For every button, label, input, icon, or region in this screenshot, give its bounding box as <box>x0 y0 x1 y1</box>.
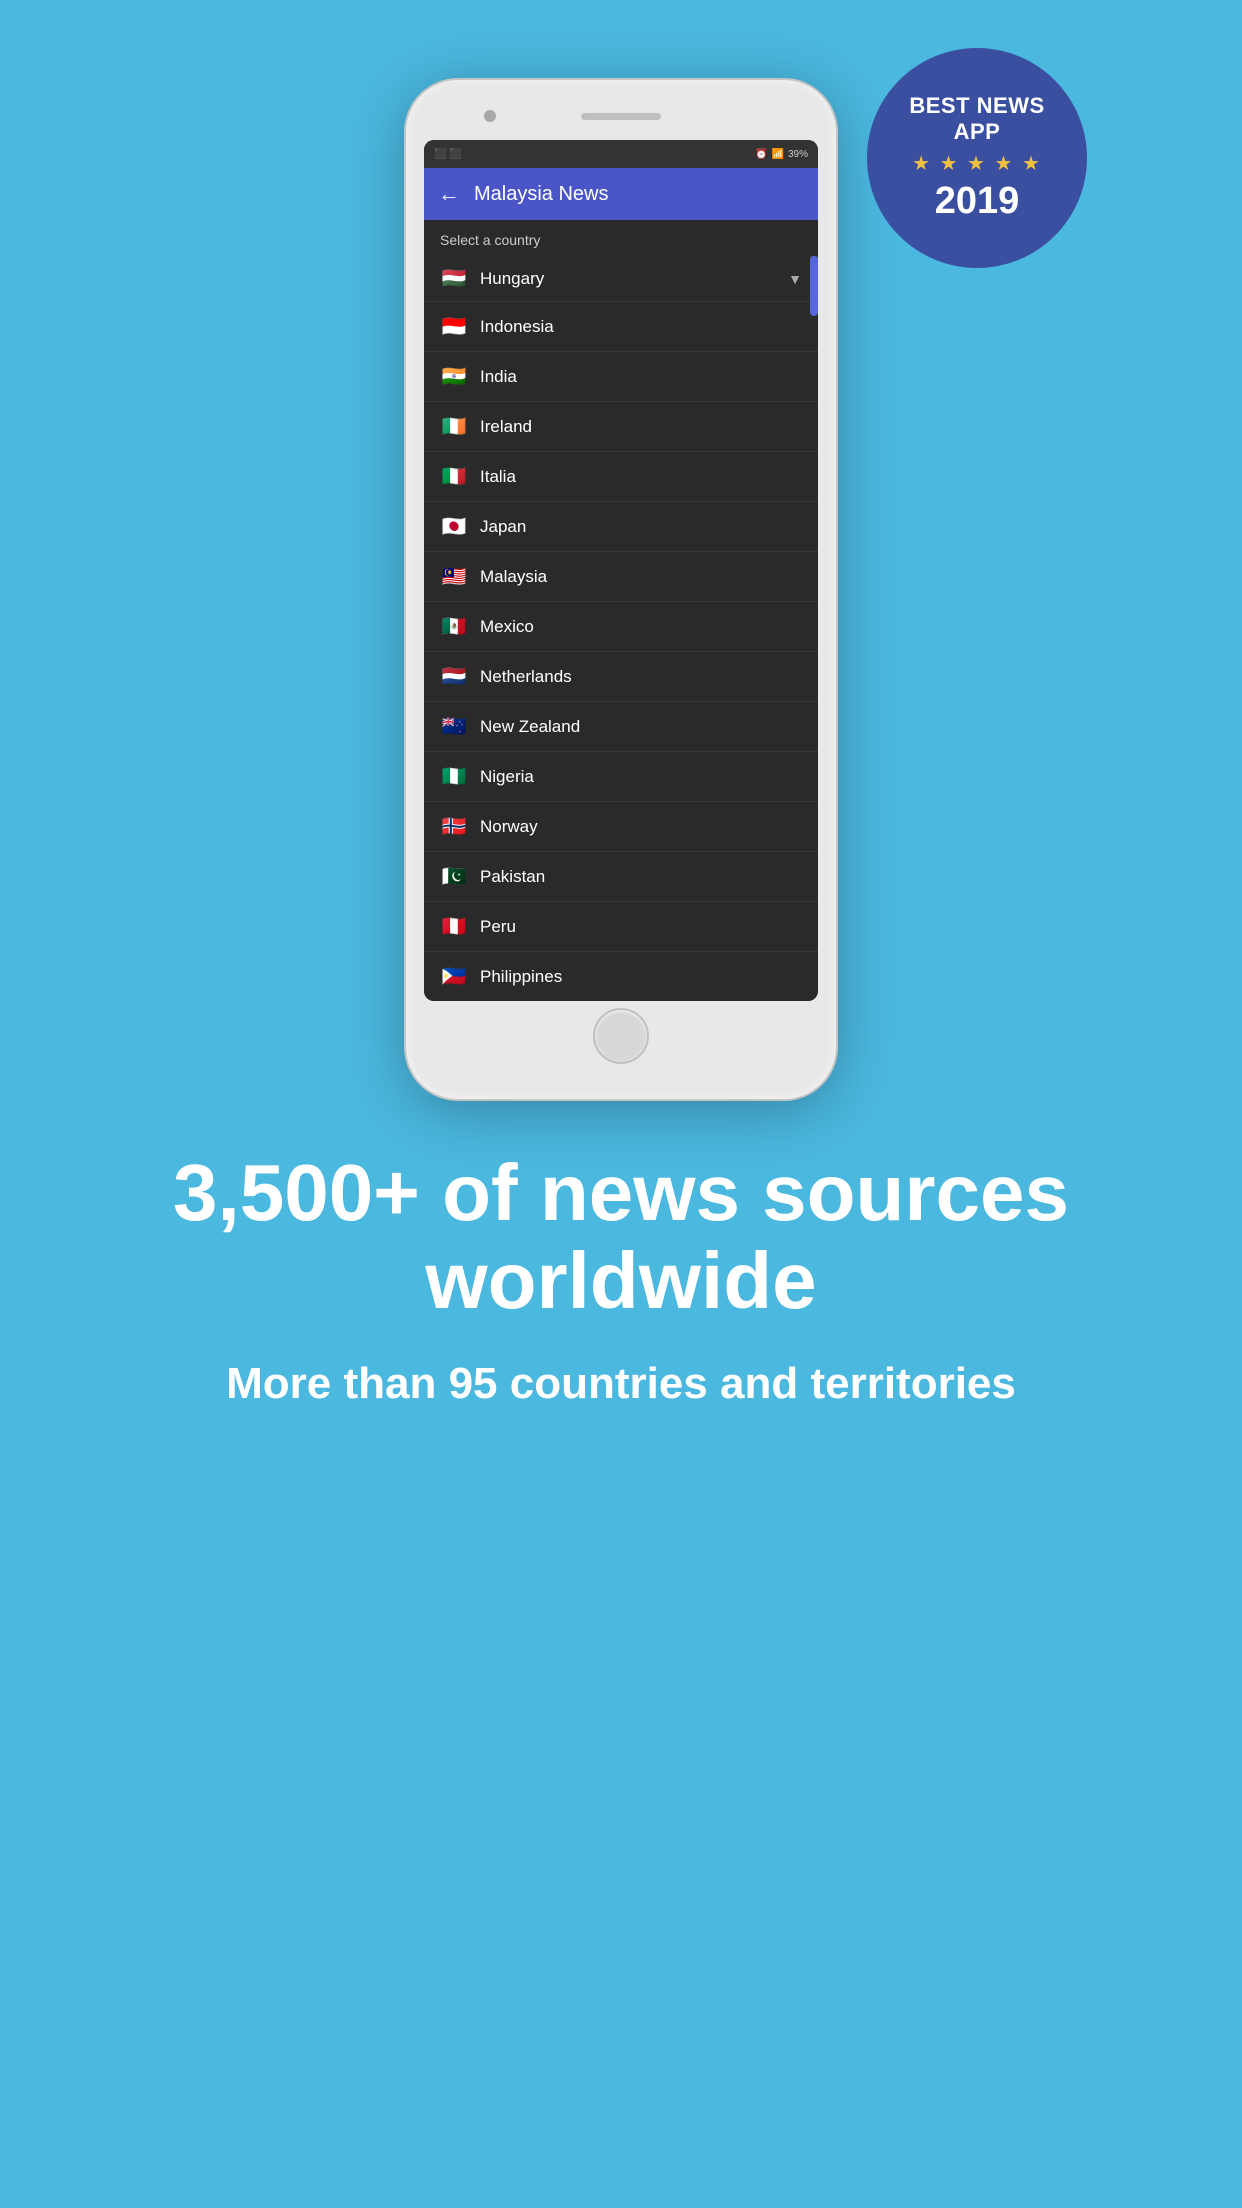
list-item[interactable]: 🇳🇿 New Zealand <box>424 702 818 752</box>
italia-flag: 🇮🇹 <box>440 464 468 489</box>
country-name-netherlands: Netherlands <box>480 667 572 687</box>
scroll-indicator <box>810 256 818 301</box>
status-icons-right: ⏰ 📶 39% <box>755 149 808 160</box>
country-dropdown[interactable]: 🇭🇺 Hungary ▼ <box>424 256 818 302</box>
sub-stat-text: More than 95 countries and territories <box>60 1355 1182 1412</box>
wifi-icon: 📶 <box>772 149 784 160</box>
country-name-new-zealand: New Zealand <box>480 717 580 737</box>
badge-stars: ★ ★ ★ ★ ★ <box>912 151 1042 176</box>
new-zealand-flag: 🇳🇿 <box>440 714 468 739</box>
main-stat-text: 3,500+ of news sources worldwide <box>60 1149 1182 1325</box>
india-flag: 🇮🇳 <box>440 364 468 389</box>
phone-bottom <box>424 1001 818 1071</box>
country-name-mexico: Mexico <box>480 617 534 637</box>
bottom-section: 3,500+ of news sources worldwide More th… <box>0 1149 1242 1412</box>
list-item[interactable]: 🇮🇩 Indonesia <box>424 302 818 352</box>
country-name-nigeria: Nigeria <box>480 767 534 787</box>
app-title: Malaysia News <box>474 183 608 206</box>
country-name-indonesia: Indonesia <box>480 317 554 337</box>
best-app-badge: BEST NEWSAPP ★ ★ ★ ★ ★ 2019 <box>867 48 1087 268</box>
japan-flag: 🇯🇵 <box>440 514 468 539</box>
list-item[interactable]: 🇮🇪 Ireland <box>424 402 818 452</box>
country-name-norway: Norway <box>480 817 538 837</box>
list-item[interactable]: 🇯🇵 Japan <box>424 502 818 552</box>
mexico-flag: 🇲🇽 <box>440 614 468 639</box>
country-name-malaysia: Malaysia <box>480 567 547 587</box>
list-item[interactable]: 🇵🇭 Philippines <box>424 952 818 1001</box>
country-name-india: India <box>480 367 517 387</box>
badge-year: 2019 <box>935 180 1020 223</box>
status-icons-left: ⬛ ⬛ <box>434 149 462 160</box>
status-bar: ⬛ ⬛ ⏰ 📶 39% <box>424 140 818 168</box>
dropdown-selected-value: Hungary <box>480 269 544 289</box>
alarm-icon: ⏰ <box>755 149 767 160</box>
netherlands-flag: 🇳🇱 <box>440 664 468 689</box>
app-header: ← Malaysia News <box>424 168 818 220</box>
back-button[interactable]: ← <box>438 181 460 207</box>
phone-mockup: ⬛ ⬛ ⏰ 📶 39% ← Malaysia News Select a cou… <box>406 80 836 1099</box>
badge-title: BEST NEWSAPP <box>909 93 1044 146</box>
hungary-flag: 🇭🇺 <box>440 266 468 291</box>
app-content: Select a country 🇭🇺 Hungary ▼ 🇮🇩 <box>424 220 818 1001</box>
dropdown-arrow-icon: ▼ <box>788 271 802 287</box>
norway-flag: 🇳🇴 <box>440 814 468 839</box>
battery-text: 39% <box>788 149 808 160</box>
pakistan-flag: 🇵🇰 <box>440 864 468 889</box>
phone-speaker <box>581 113 661 120</box>
ireland-flag: 🇮🇪 <box>440 414 468 439</box>
country-list: 🇮🇩 Indonesia 🇮🇳 India 🇮🇪 Ireland 🇮🇹 Ital… <box>424 302 818 1001</box>
phone-camera <box>484 110 496 122</box>
phone-top <box>424 98 818 134</box>
status-left-icons: ⬛ ⬛ <box>434 149 462 160</box>
country-name-pakistan: Pakistan <box>480 867 545 887</box>
country-name-philippines: Philippines <box>480 967 562 987</box>
list-item[interactable]: 🇲🇽 Mexico <box>424 602 818 652</box>
country-name-peru: Peru <box>480 917 516 937</box>
list-item[interactable]: 🇵🇪 Peru <box>424 902 818 952</box>
list-item[interactable]: 🇳🇱 Netherlands <box>424 652 818 702</box>
malaysia-flag: 🇲🇾 <box>440 564 468 589</box>
country-name-ireland: Ireland <box>480 417 532 437</box>
list-item[interactable]: 🇲🇾 Malaysia <box>424 552 818 602</box>
nigeria-flag: 🇳🇬 <box>440 764 468 789</box>
country-name-italia: Italia <box>480 467 516 487</box>
country-name-japan: Japan <box>480 517 526 537</box>
list-item[interactable]: 🇳🇴 Norway <box>424 802 818 852</box>
philippines-flag: 🇵🇭 <box>440 964 468 989</box>
list-item[interactable]: 🇮🇹 Italia <box>424 452 818 502</box>
list-item[interactable]: 🇳🇬 Nigeria <box>424 752 818 802</box>
list-item[interactable]: 🇮🇳 India <box>424 352 818 402</box>
home-button[interactable] <box>593 1008 649 1064</box>
peru-flag: 🇵🇪 <box>440 914 468 939</box>
phone-screen: ⬛ ⬛ ⏰ 📶 39% ← Malaysia News Select a cou… <box>424 140 818 1001</box>
list-item[interactable]: 🇵🇰 Pakistan <box>424 852 818 902</box>
select-label: Select a country <box>424 220 818 256</box>
indonesia-flag: 🇮🇩 <box>440 314 468 339</box>
